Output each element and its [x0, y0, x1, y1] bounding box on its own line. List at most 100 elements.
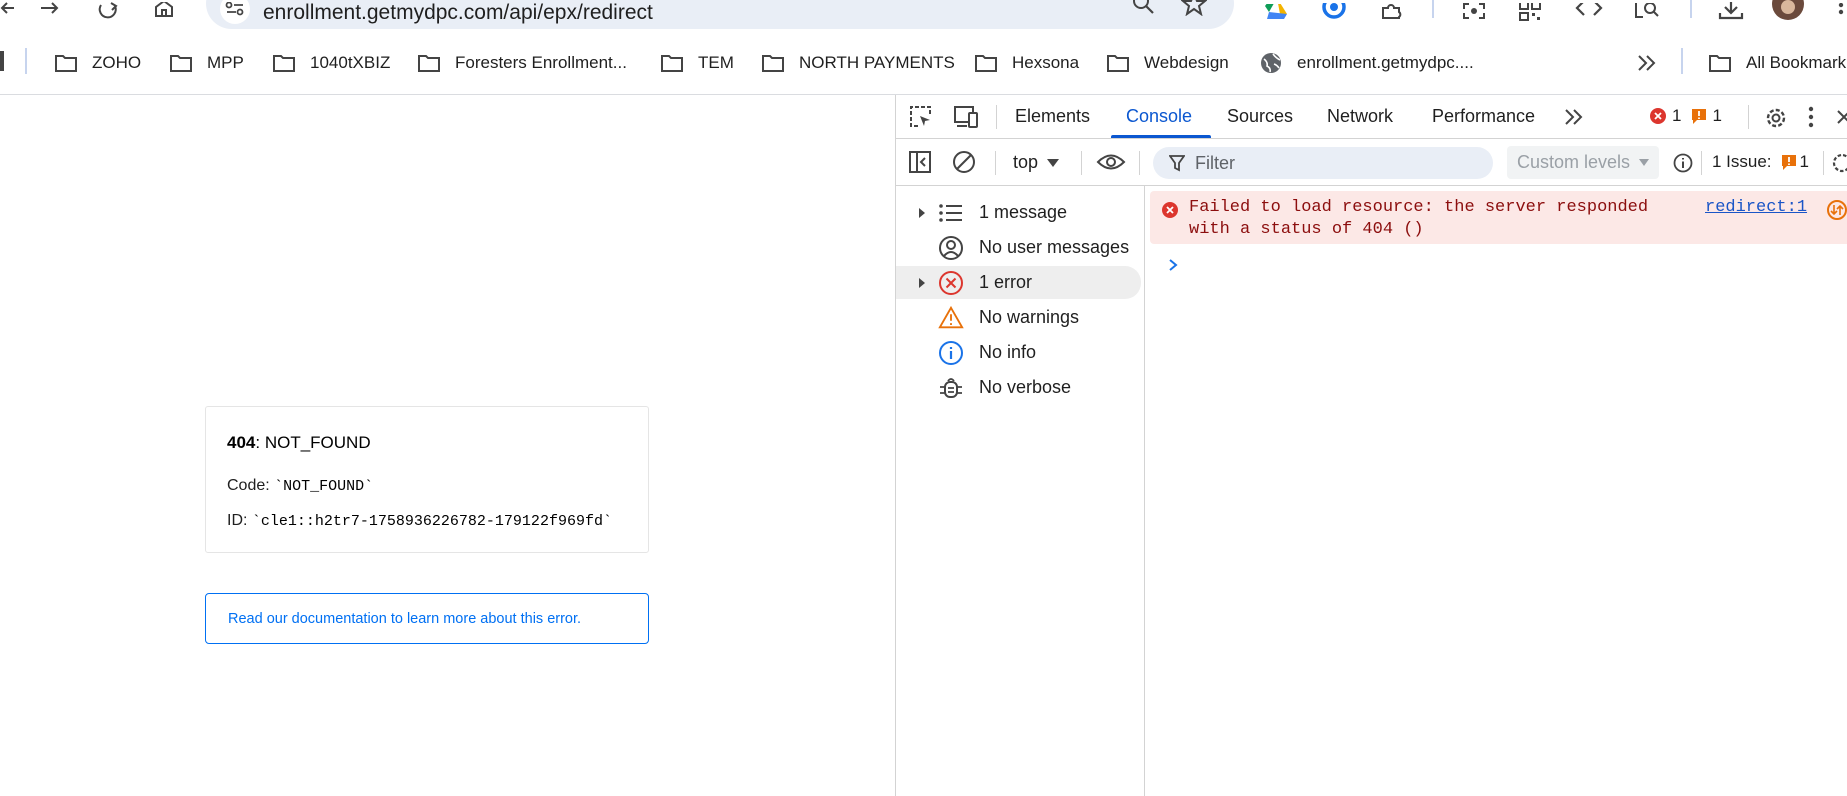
console-error-message[interactable]: Failed to load resource: the server resp… — [1150, 191, 1847, 244]
tab-console[interactable]: Console — [1126, 106, 1192, 127]
toolbar-separator — [1701, 151, 1702, 175]
extension-icon[interactable] — [1320, 0, 1348, 24]
qr-code-icon[interactable] — [1516, 0, 1544, 24]
all-bookmarks[interactable]: All Bookmark — [1708, 50, 1846, 76]
bookmark-folder-north-payments[interactable]: NORTH PAYMENTS — [761, 50, 955, 76]
code-value: `NOT_FOUND` — [274, 478, 374, 495]
bug-icon — [938, 375, 964, 401]
bookmark-label: ZOHO — [92, 53, 142, 72]
bookmarks-overflow-icon[interactable] — [1636, 53, 1658, 78]
close-icon[interactable] — [1836, 107, 1847, 127]
warning-icon — [1781, 155, 1796, 170]
sidebar-toggle-icon[interactable] — [908, 150, 932, 174]
error-icon — [1650, 108, 1666, 124]
menu-icon[interactable] — [1834, 0, 1847, 24]
reload-icon[interactable] — [96, 0, 120, 24]
screenshot-icon[interactable] — [1460, 0, 1488, 24]
apps-icon[interactable] — [0, 51, 4, 71]
bookmark-folder-hexsona[interactable]: Hexsona — [974, 50, 1079, 76]
profile-avatar[interactable] — [1772, 0, 1804, 20]
bookmark-label: 1040tXBIZ — [310, 53, 391, 72]
more-tabs-icon[interactable] — [1562, 106, 1586, 128]
forward-arrow-icon[interactable] — [38, 0, 62, 24]
tab-elements[interactable]: Elements — [1015, 106, 1090, 127]
sidebar-item-warnings[interactable]: No warnings — [896, 301, 1141, 334]
console-settings-icon[interactable] — [1831, 152, 1847, 174]
bookmark-label: enrollment.getmydpc.... — [1297, 53, 1474, 72]
folder-icon — [761, 53, 785, 73]
code-icon[interactable] — [1574, 0, 1604, 24]
bookmark-star-icon[interactable] — [1180, 0, 1208, 21]
url-text[interactable]: enrollment.getmydpc.com/api/epx/redirect — [263, 1, 653, 25]
clear-console-icon[interactable] — [952, 150, 976, 174]
sidebar-label: No warnings — [979, 307, 1080, 327]
context-select[interactable]: top — [1013, 152, 1060, 173]
bookmark-enrollment[interactable]: enrollment.getmydpc.... — [1259, 50, 1474, 76]
kebab-menu-icon[interactable] — [1807, 105, 1815, 129]
expand-arrow-icon[interactable] — [918, 277, 928, 289]
network-request-icon[interactable] — [1826, 199, 1847, 226]
bookmark-label: Webdesign — [1144, 53, 1229, 72]
list-icon — [938, 200, 964, 226]
info-icon — [938, 340, 964, 366]
info-icon[interactable] — [1673, 153, 1693, 173]
dropdown-arrow-icon — [1639, 159, 1650, 166]
sidebar-label: No info — [979, 342, 1037, 362]
site-info-icon[interactable] — [220, 0, 250, 24]
expand-arrow-icon[interactable] — [918, 207, 928, 219]
user-icon — [938, 235, 964, 261]
error-source-link[interactable]: redirect:1 — [1705, 197, 1807, 219]
bookmark-folder-1040txbiz[interactable]: 1040tXBIZ — [272, 50, 390, 76]
warning-icon — [1692, 109, 1707, 124]
device-toolbar-icon[interactable] — [952, 104, 980, 130]
log-levels-dropdown[interactable]: Custom levels — [1507, 146, 1659, 179]
folder-icon — [1106, 53, 1130, 73]
issues-count: 1 — [1799, 152, 1810, 171]
sidebar-item-messages[interactable]: 1 message — [896, 196, 1141, 229]
bookmark-folder-webdesign[interactable]: Webdesign — [1106, 50, 1229, 76]
tab-performance[interactable]: Performance — [1432, 106, 1535, 127]
error-count: 1 — [1672, 106, 1682, 125]
puzzle-icon[interactable] — [1378, 0, 1406, 24]
google-drive-icon[interactable] — [1262, 0, 1290, 24]
settings-gear-icon[interactable] — [1763, 105, 1789, 131]
zoom-icon[interactable] — [1131, 0, 1157, 21]
live-expression-eye-icon[interactable] — [1096, 151, 1126, 173]
error-icon — [1161, 201, 1179, 224]
console-sidebar: 1 message No user messages 1 error No wa… — [896, 186, 1145, 796]
browser-toolbar: enrollment.getmydpc.com/api/epx/redirect — [0, 0, 1847, 29]
back-arrow-icon[interactable] — [0, 0, 14, 24]
issues-button[interactable]: 1 Issue: 1 — [1712, 152, 1809, 172]
inspect-element-icon[interactable] — [908, 104, 934, 130]
sidebar-item-errors[interactable]: 1 error — [896, 266, 1141, 299]
error-title: 404: NOT_FOUND — [227, 433, 371, 453]
sidebar-item-verbose[interactable]: No verbose — [896, 371, 1141, 404]
download-icon[interactable] — [1716, 0, 1746, 24]
console-prompt-icon[interactable] — [1168, 258, 1178, 277]
sidebar-item-user-messages[interactable]: No user messages — [896, 231, 1141, 264]
tab-network[interactable]: Network — [1327, 106, 1393, 127]
error-code-line: Code: `NOT_FOUND` — [227, 477, 373, 495]
sidebar-item-info[interactable]: No info — [896, 336, 1141, 369]
filter-input[interactable] — [1195, 152, 1455, 174]
error-count-badge[interactable]: 1 1 — [1649, 106, 1722, 126]
filter-field[interactable] — [1153, 147, 1493, 179]
error-name: : NOT_FOUND — [255, 433, 371, 452]
documentation-link[interactable]: Read our documentation to learn more abo… — [205, 593, 649, 644]
bookmark-folder-zoho[interactable]: ZOHO — [54, 50, 141, 76]
bookmark-folder-tem[interactable]: TEM — [660, 50, 734, 76]
lens-search-icon[interactable] — [1632, 0, 1662, 24]
issues-label: 1 Issue: — [1712, 152, 1772, 171]
error-message-text: Failed to load resource: the server resp… — [1189, 198, 1649, 239]
dropdown-arrow-icon — [1047, 158, 1060, 167]
tab-sources[interactable]: Sources — [1227, 106, 1293, 127]
folder-icon — [272, 53, 296, 73]
address-bar[interactable]: enrollment.getmydpc.com/api/epx/redirect — [206, 0, 1234, 29]
id-value: `cle1::h2tr7-1758936226782-179122f969fd` — [251, 513, 612, 530]
bookmark-folder-mpp[interactable]: MPP — [169, 50, 244, 76]
home-icon[interactable] — [152, 0, 176, 24]
bookmark-folder-foresters[interactable]: Foresters Enrollment... — [417, 50, 627, 76]
toolbar-separator — [1081, 151, 1082, 175]
warning-count: 1 — [1712, 106, 1722, 125]
folder-icon — [1708, 53, 1732, 73]
